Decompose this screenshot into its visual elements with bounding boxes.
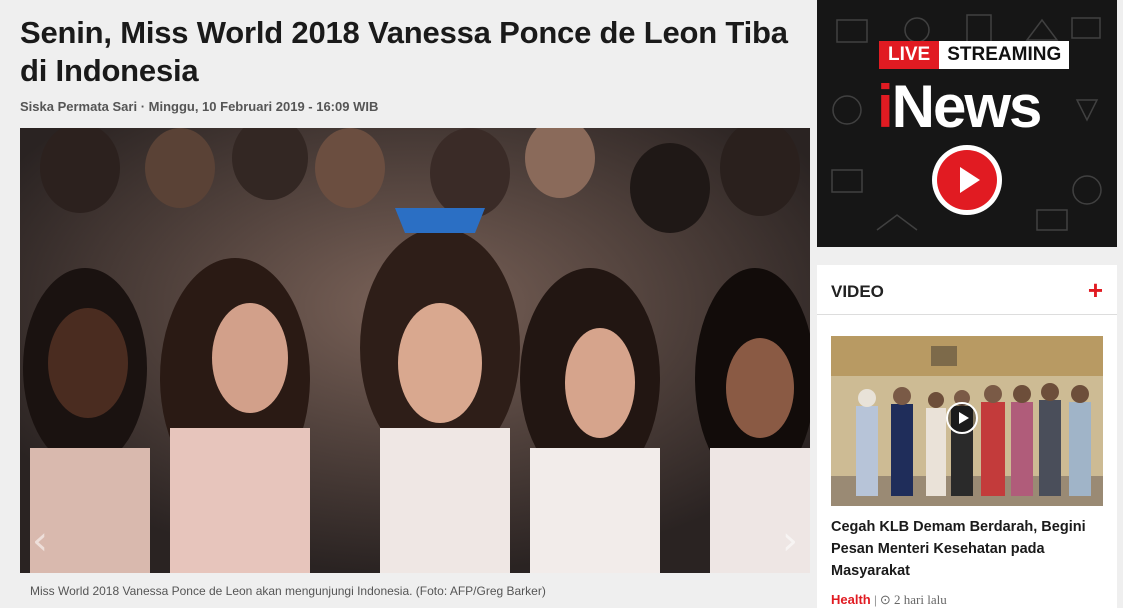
article-photo[interactable]: ‹ › [20, 128, 810, 573]
article-byline: Siska Permata Sari · Minggu, 10 Februari… [20, 99, 379, 114]
video-category[interactable]: Health [831, 592, 871, 607]
video-panel: VIDEO + Cegah KLB Demam Berdarah, Begini… [817, 265, 1117, 608]
article-title: Senin, Miss World 2018 Vanessa Ponce de … [20, 15, 788, 88]
live-streaming-tag: LIVE STREAMING [879, 41, 1070, 69]
photo-illustration [20, 128, 810, 573]
meta-separator: | [873, 592, 877, 607]
live-label: LIVE [879, 41, 940, 69]
video-meta: Health | ⊙ 2 hari lalu [831, 592, 947, 608]
next-photo-button[interactable]: › [778, 518, 802, 564]
video-panel-header: VIDEO + [817, 265, 1117, 315]
prev-photo-button[interactable]: ‹ [28, 518, 52, 564]
clock-icon: ⊙ [879, 592, 891, 607]
plus-icon[interactable]: + [1088, 275, 1103, 306]
play-icon[interactable] [946, 402, 978, 434]
video-headline[interactable]: Cegah KLB Demam Berdarah, Begini Pesan M… [831, 516, 1111, 582]
photo-caption: Miss World 2018 Vanessa Ponce de Leon ak… [30, 584, 546, 598]
video-heading: VIDEO [831, 282, 884, 301]
streaming-label: STREAMING [939, 41, 1070, 69]
video-thumbnail[interactable] [831, 336, 1103, 506]
inews-logo: iNews [877, 73, 1042, 140]
live-streaming-banner[interactable]: LIVE STREAMING iNews [817, 0, 1117, 247]
article-main: Senin, Miss World 2018 Vanessa Ponce de … [20, 0, 810, 608]
video-time: 2 hari lalu [894, 592, 947, 607]
live-play-button[interactable] [932, 145, 1002, 215]
play-icon [937, 150, 997, 210]
